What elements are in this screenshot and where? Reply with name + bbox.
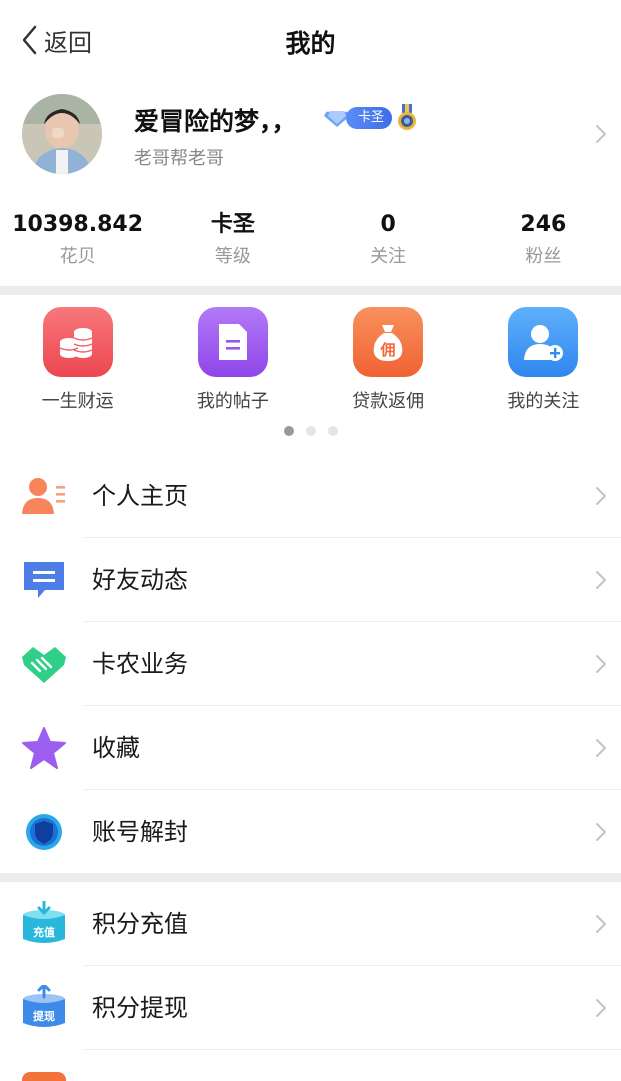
svg-text:提现: 提现 — [33, 1009, 55, 1023]
grid-item-my-posts[interactable]: 我的帖子 — [155, 304, 310, 414]
chevron-right-icon — [596, 915, 606, 933]
grid-item-fortune[interactable]: 一生财运 — [0, 304, 155, 414]
stat-points[interactable]: 10398.842 花贝 — [0, 210, 155, 280]
money-bag-icon: 佣 — [353, 307, 424, 377]
menu-item-favorites[interactable]: 收藏 — [0, 706, 621, 790]
avatar[interactable] — [22, 94, 102, 174]
stat-following[interactable]: 0 关注 — [311, 210, 466, 280]
partial-icon — [20, 1068, 68, 1081]
grid-item-label: 贷款返佣 — [352, 391, 425, 412]
menu-item-cutoff[interactable] — [0, 1050, 621, 1081]
chevron-right-icon — [596, 655, 606, 673]
stat-value: 10398.842 — [12, 212, 144, 237]
star-icon — [20, 724, 68, 772]
menu-item-account-unblock[interactable]: 账号解封 — [0, 790, 621, 874]
page-title: 我的 — [285, 29, 336, 58]
grid-item-label: 我的关注 — [507, 391, 580, 412]
chevron-right-icon — [596, 125, 606, 143]
add-user-icon — [508, 307, 579, 377]
menu-item-points-recharge[interactable]: 充值 积分充值 — [0, 882, 621, 966]
stat-label: 粉丝 — [525, 246, 562, 267]
menu-item-label: 积分提现 — [92, 994, 188, 1022]
coins-icon — [42, 307, 113, 377]
profile-subtitle: 老哥帮老哥 — [134, 148, 224, 169]
stat-followers[interactable]: 246 粉丝 — [466, 210, 621, 280]
menu-item-personal-page[interactable]: 个人主页 — [0, 454, 621, 538]
stat-value: 卡圣 — [210, 212, 255, 237]
stat-label: 等级 — [214, 246, 251, 267]
menu-item-label: 积分充值 — [92, 910, 188, 938]
stat-level[interactable]: 卡圣 等级 — [155, 210, 310, 280]
svg-text:充值: 充值 — [33, 925, 55, 939]
stats-row: 10398.842 花贝 卡圣 等级 0 关注 246 粉丝 — [0, 210, 621, 280]
stat-value: 246 — [520, 212, 567, 237]
points-menu-list: 充值 积分充值 提现 积分提现 — [0, 882, 621, 1081]
withdraw-box-icon: 提现 — [20, 984, 68, 1032]
medal-icon — [398, 104, 417, 130]
menu-item-label: 卡农业务 — [92, 650, 188, 678]
grid-item-loan-rebate[interactable]: 佣 贷款返佣 — [311, 304, 466, 414]
page-indicator[interactable] — [0, 426, 621, 436]
menu-item-label: 收藏 — [92, 734, 140, 762]
username: 爱冒险的梦，， — [134, 107, 297, 136]
level-badge: 卡圣 — [322, 104, 418, 132]
message-icon — [20, 556, 68, 604]
stat-label: 花贝 — [59, 246, 96, 267]
level-badge-label: 卡圣 — [346, 107, 393, 129]
grid-item-label: 一生财运 — [41, 391, 114, 412]
menu-item-friend-feed[interactable]: 好友动态 — [0, 538, 621, 622]
grid-item-my-follows[interactable]: 我的关注 — [466, 304, 621, 414]
shield-icon — [20, 808, 68, 856]
chevron-right-icon — [596, 823, 606, 841]
document-icon — [197, 307, 268, 377]
menu-item-points-withdraw[interactable]: 提现 积分提现 — [0, 966, 621, 1050]
stat-value: 0 — [380, 212, 396, 237]
profile-header[interactable]: 爱冒险的梦，， 卡圣 老哥帮老哥 — [0, 86, 621, 186]
chevron-right-icon — [596, 487, 606, 505]
profile-card-icon — [20, 472, 68, 520]
handshake-icon — [20, 640, 68, 688]
menu-item-label: 个人主页 — [92, 482, 188, 510]
page-dot[interactable] — [327, 426, 338, 436]
chevron-right-icon — [596, 999, 606, 1017]
section-divider — [0, 286, 621, 295]
menu-item-label: 账号解封 — [92, 818, 188, 846]
chevron-right-icon — [596, 571, 606, 589]
page-dot-active[interactable] — [283, 426, 294, 436]
chevron-right-icon — [596, 739, 606, 757]
page-dot[interactable] — [305, 426, 316, 436]
recharge-box-icon: 充值 — [20, 900, 68, 948]
menu-item-label: 好友动态 — [92, 566, 188, 594]
stat-label: 关注 — [370, 246, 407, 267]
quick-actions-grid: 一生财运 我的帖子 佣 贷款返佣 我的关注 — [0, 304, 621, 414]
section-divider — [0, 873, 621, 882]
svg-text:佣: 佣 — [380, 341, 396, 359]
menu-item-kanong-business[interactable]: 卡农业务 — [0, 622, 621, 706]
grid-item-label: 我的帖子 — [196, 391, 269, 412]
nav-bar: 返回 我的 — [0, 0, 621, 80]
menu-list: 个人主页 好友动态 卡农业务 收藏 账号解封 — [0, 454, 621, 874]
